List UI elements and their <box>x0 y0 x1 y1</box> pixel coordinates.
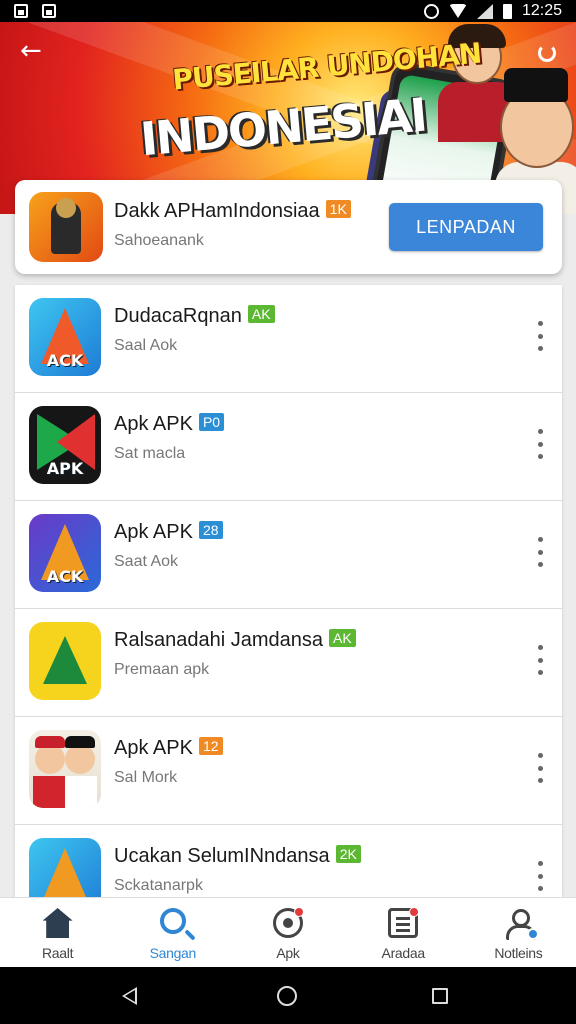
image-notification-icon <box>42 4 56 18</box>
app-name: Ralsanadahi Jamdansa AK <box>114 629 356 652</box>
app-list-item[interactable]: Apk APK 12 Sal Mork <box>15 717 562 825</box>
featured-app-title: Dakk APHamIndonsiaa 1K <box>114 200 351 223</box>
search-icon <box>159 908 186 934</box>
nav-label: Sangan <box>149 945 197 961</box>
nav-item-apk[interactable]: Apk <box>230 898 345 967</box>
back-arrow-icon[interactable]: ← <box>20 38 42 64</box>
app-badge: 12 <box>198 737 223 755</box>
more-options-icon[interactable] <box>536 429 544 459</box>
system-navigation-bar <box>0 967 576 1024</box>
featured-app-card[interactable]: Dakk APHamIndonsiaa 1K Sahoeanank LENPADA… <box>15 180 562 274</box>
battery-icon <box>502 3 512 19</box>
app-name: Apk APK 28 <box>114 521 223 544</box>
app-name: Apk APK 12 <box>114 737 223 760</box>
system-home-icon[interactable] <box>277 986 297 1006</box>
more-options-icon[interactable] <box>536 753 544 783</box>
app-subtitle: Sckatanarpk <box>114 877 203 894</box>
nav-label: Aradaa <box>381 945 426 961</box>
wifi-icon <box>448 4 467 18</box>
bottom-navigation: Raalt Sangan Apk Aradaa Notleins <box>0 897 576 967</box>
app-badge: P0 <box>198 413 225 431</box>
app-subtitle: Saal Aok <box>114 337 178 354</box>
status-bar: 12:25 <box>0 0 576 22</box>
status-time: 12:25 <box>521 2 562 19</box>
nav-item-home[interactable]: Raalt <box>0 898 115 967</box>
featured-app-icon <box>29 192 103 262</box>
app-name: Ucakan SelumINndansa 2K <box>114 845 361 868</box>
app-icon <box>29 838 101 897</box>
app-name: DudacaRqnan AK <box>114 305 275 328</box>
app-icon: ACK <box>29 298 101 376</box>
app-subtitle: Sat macla <box>114 445 186 462</box>
featured-app-badge: 1K <box>325 200 351 218</box>
nav-label: Raalt <box>42 945 74 961</box>
notification-dot <box>409 907 420 917</box>
app-list-item[interactable]: Ralsanadahi Jamdansa AK Premaan apk <box>15 609 562 717</box>
status-dot <box>527 928 540 940</box>
nav-label: Notleins <box>494 945 543 961</box>
home-icon <box>42 908 73 938</box>
person-icon <box>503 908 540 940</box>
app-icon <box>29 730 101 808</box>
more-options-icon[interactable] <box>536 321 544 351</box>
notification-dot <box>294 907 304 917</box>
nav-label: Apk <box>276 945 300 961</box>
more-options-icon[interactable] <box>536 645 544 675</box>
nav-item-search[interactable]: Sangan <box>115 898 230 967</box>
download-button[interactable]: LENPADAN <box>389 203 543 251</box>
signal-icon <box>476 3 493 19</box>
alarm-icon <box>423 3 439 19</box>
app-list-item[interactable]: ACK Apk APK 28 Saat Aok <box>15 501 562 609</box>
system-back-icon[interactable] <box>122 987 137 1005</box>
app-badge: AK <box>247 305 275 323</box>
app-subtitle: Premaan apk <box>114 661 210 678</box>
apk-icon <box>273 907 304 938</box>
app-list-item[interactable]: Ucakan SelumINndansa 2K Sckatanarpk <box>15 825 562 897</box>
featured-app-subtitle: Sahoeanank <box>114 232 204 249</box>
app-badge: 28 <box>198 521 223 539</box>
app-icon <box>29 622 101 700</box>
app-list-item[interactable]: ACK DudacaRqnan AK Saal Aok <box>15 285 562 393</box>
app-name: Apk APK P0 <box>114 413 225 436</box>
gallery-notification-icon <box>14 4 28 18</box>
more-options-icon[interactable] <box>536 861 544 891</box>
app-icon: ACK <box>29 514 101 592</box>
app-subtitle: Saat Aok <box>114 553 179 570</box>
app-icon: APK <box>29 406 101 484</box>
document-icon <box>388 907 420 938</box>
app-list-item[interactable]: APK Apk APK P0 Sat macla <box>15 393 562 501</box>
app-subtitle: Sal Mork <box>114 769 178 786</box>
refresh-icon[interactable] <box>538 44 556 62</box>
nav-item-profile[interactable]: Notleins <box>461 898 576 967</box>
more-options-icon[interactable] <box>536 537 544 567</box>
system-recents-icon[interactable] <box>432 988 448 1004</box>
app-badge: 2K <box>335 845 361 863</box>
app-badge: AK <box>329 629 356 647</box>
nav-item-documents[interactable]: Aradaa <box>346 898 461 967</box>
app-list: ACK DudacaRqnan AK Saal Aok APK Apk APK P0… <box>15 285 562 897</box>
